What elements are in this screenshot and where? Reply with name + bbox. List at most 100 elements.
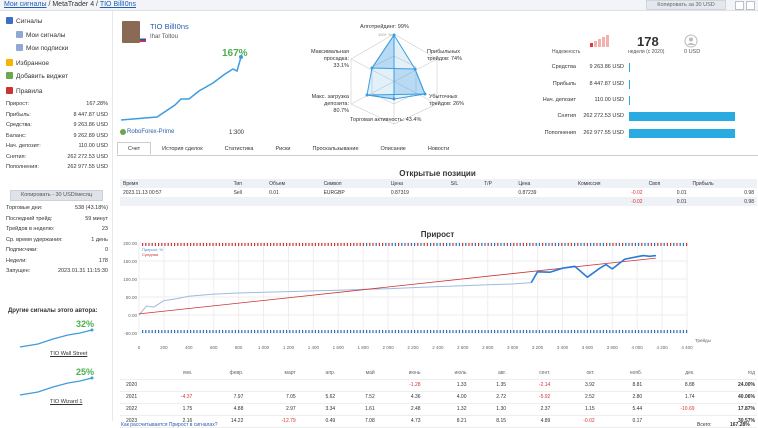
sidebar-item-0[interactable]: Сигналы [6,17,42,25]
tab-3[interactable]: Риски [265,142,302,155]
trade-marker-top [414,243,416,246]
trade-marker-bottom [266,330,268,333]
growth-sparkline [120,55,243,121]
trade-marker-bottom [196,330,198,333]
x-tick-label: 800 [235,345,243,350]
column-header: окт. [552,367,597,380]
trade-marker-top [241,243,243,246]
trade-marker-top [190,243,192,246]
year-cell: 2021 [120,391,150,404]
trade-marker-bottom [529,330,531,333]
tab-2[interactable]: Статистика [214,142,265,155]
trade-marker-top [423,243,425,246]
trade-marker-top [356,243,358,246]
sidebar-item-5[interactable]: Правила [6,87,42,95]
tab-6[interactable]: Новости [417,142,460,155]
reliability-icon [590,35,609,47]
year-cell: 2020 [120,379,150,392]
trade-marker-bottom [650,330,652,333]
trade-marker-top [314,243,316,246]
total-value: 167.28% [730,422,750,428]
copy-signal-button[interactable]: Копировать за 30 USD [646,0,726,10]
trade-marker-top [654,243,656,246]
trade-marker-bottom [423,330,425,333]
trade-marker-bottom [615,330,617,333]
subscribers-usd: 0 USD [684,49,701,55]
trade-marker-bottom [199,330,201,333]
sidebar-item-2[interactable]: Мои подписки [16,44,68,52]
trade-marker-bottom [186,330,188,333]
trade-marker-bottom [161,330,163,333]
trade-marker-bottom [346,330,348,333]
trade-marker-bottom [462,330,464,333]
table-cell: -0.02 [631,189,643,196]
trade-marker-top [465,243,467,246]
trade-marker-bottom [609,330,611,333]
tab-1[interactable]: История сделок [151,142,213,155]
tab-4[interactable]: Проскальзывание [301,142,369,155]
share-icon[interactable] [746,1,755,10]
tab-0[interactable]: Счет [117,142,152,155]
trade-marker-top [193,243,195,246]
trade-marker-bottom [174,330,176,333]
trade-marker-top [378,243,380,246]
other-signal-link[interactable]: TIO Wizard 1 [50,399,82,405]
table-cell: 0.87239 [518,189,537,196]
trade-marker-top [225,243,227,246]
trade-marker-top [538,243,540,246]
stat-value: 110.00 USD [594,97,624,103]
sidebar-item-1[interactable]: Мои сигналы [16,31,65,39]
month-value: 1.30 [468,403,509,416]
trade-marker-bottom [334,330,336,333]
trade-marker-bottom [215,330,217,333]
broker-link[interactable]: RoboForex-Prime [127,129,174,135]
sidebar-item-3[interactable]: Избранное [6,59,49,67]
trade-marker-bottom [369,330,371,333]
trade-marker-top [666,243,668,246]
trade-marker-bottom [362,330,364,333]
tab-5[interactable]: Описание [370,142,417,155]
trade-marker-top [167,243,169,246]
trade-marker-bottom [404,330,406,333]
breadcrumb-current[interactable]: TIO BillI0ns [100,1,136,8]
trade-marker-bottom [228,330,230,333]
trade-marker-top [145,243,147,246]
month-value: -4.37 [150,391,195,404]
trade-marker-bottom [625,330,627,333]
signal-name[interactable]: TIO BillI0ns [150,22,189,31]
trade-marker-bottom [193,330,195,333]
trade-marker-bottom [644,330,646,333]
trade-marker-top [286,243,288,246]
trade-marker-top [279,243,281,246]
column-header: Тип [233,180,242,187]
trade-marker-top [583,243,585,246]
trade-marker-bottom [218,330,220,333]
table-row: 2023.11.13 00:57 Sell 0.01 EURGBP 0.87319 0.8… [120,188,757,197]
other-signal-sparkline [19,328,94,348]
trade-marker-bottom [471,330,473,333]
month-value: 1.35 [468,379,509,392]
growth-help-link[interactable]: Как рассчитывается Прирост в сигналах? [121,422,217,428]
trade-marker-bottom [321,330,323,333]
trade-marker-top [497,243,499,246]
month-value [150,379,195,392]
trade-marker-bottom [430,330,432,333]
other-signal-link[interactable]: TIO Wall Street [50,351,87,357]
trade-marker-bottom [206,330,208,333]
copy-subscription-button[interactable]: Копировать - 30 USD/месяц [10,190,103,201]
month-value [297,379,338,392]
trade-marker-bottom [577,330,579,333]
table-total-row: -0.02 0.01 0.98 [120,197,757,206]
sidebar-item-4[interactable]: Добавить виджет [6,72,68,80]
favorite-icon[interactable] [735,1,744,10]
trade-marker-top [468,243,470,246]
trade-marker-top [644,243,646,246]
column-header: дек. [644,367,697,380]
month-value: 1.33 [422,379,469,392]
trade-marker-top [580,243,582,246]
stat-value: 9 263.86 USD [589,64,624,70]
breadcrumb-my-signals[interactable]: Мои сигналы [4,1,47,8]
trade-marker-bottom [263,330,265,333]
month-value: -12.79 [245,415,298,428]
trade-marker-bottom [433,330,435,333]
